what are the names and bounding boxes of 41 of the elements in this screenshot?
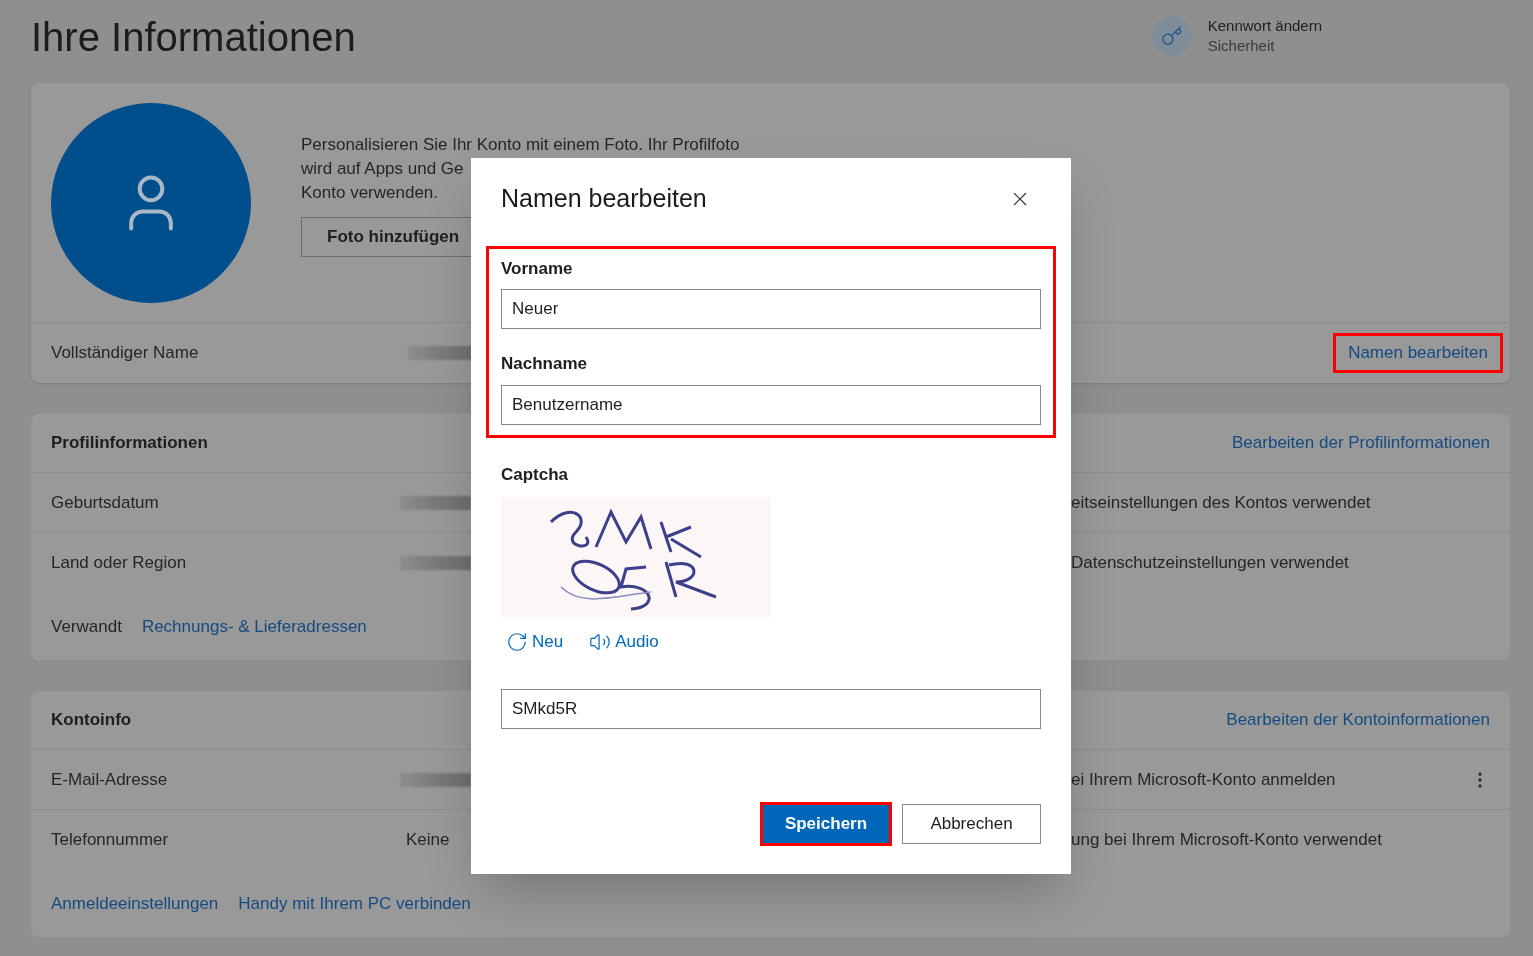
captcha-field[interactable]: SMkd5R xyxy=(501,688,1041,729)
text-field[interactable]: Benutzername xyxy=(501,384,1041,425)
row-description: eitseinstellungen des Kontos verwendet xyxy=(1071,491,1371,514)
photo-description-line: wird auf Apps und Ge xyxy=(301,158,464,180)
photo-description-line: Konto verwenden. xyxy=(301,182,439,204)
photo-description-line: Personalisieren Sie Ihr Konto mit einem Foto. Ihr Profilfoto xyxy=(301,134,740,156)
dialog-title: Namen bearbeiten xyxy=(501,183,707,214)
blurred-value xyxy=(400,556,471,570)
field-label: Nachname xyxy=(501,353,588,375)
cancel-button[interactable]: Abbrechen xyxy=(902,803,1041,844)
full-name-label: Vollständiger Name xyxy=(51,342,200,365)
footer-link[interactable]: Anmeldeeinstellungen xyxy=(51,890,219,917)
footer-link[interactable]: Rechnungs- & Lieferadressen xyxy=(141,613,367,640)
security-label: Sicherheit xyxy=(1207,35,1276,56)
add-photo-button[interactable]: Foto hinzufügen xyxy=(301,217,471,257)
section-heading: Kontoinfo xyxy=(51,709,132,732)
row-label: Geburtsdatum xyxy=(51,491,160,514)
footer-link[interactable]: Handy mit Ihrem PC verbinden xyxy=(238,890,471,917)
related-label: Verwandt xyxy=(51,615,122,638)
change-password-link[interactable]: Kennwort ändern xyxy=(1207,15,1322,36)
page-title: Ihre Informationen xyxy=(31,16,356,57)
refresh-captcha-button[interactable]: Neu xyxy=(506,629,564,655)
refresh-icon xyxy=(506,630,528,653)
edit-section-link[interactable]: Bearbeiten der Profilinformationen xyxy=(1232,430,1490,456)
row-description: Datenschutzeinstellungen verwendet xyxy=(1071,552,1349,575)
row-value: Keine xyxy=(406,829,450,852)
row-label: Telefonnummer xyxy=(51,829,170,852)
row-label: E-Mail-Adresse xyxy=(51,768,169,791)
audio-captcha-button[interactable]: Audio xyxy=(589,629,659,655)
text-field[interactable]: Neuer xyxy=(501,289,1041,329)
row-description: ung bei Ihrem Microsoft-Konto verwendet xyxy=(1071,829,1382,852)
captcha-label: Captcha xyxy=(501,463,570,486)
row-label: Land oder Region xyxy=(51,552,188,575)
blurred-value xyxy=(400,772,471,787)
blurred-value xyxy=(400,495,471,510)
edit-section-link[interactable]: Bearbeiten der Kontoinformationen xyxy=(1226,707,1490,733)
field-label: Vorname xyxy=(501,257,574,280)
edit-name-link[interactable]: Namen bearbeiten xyxy=(1348,343,1488,363)
row-description: ei Ihrem Microsoft-Konto anmelden xyxy=(1071,768,1336,791)
section-heading: Profilinformationen xyxy=(51,432,208,455)
save-button[interactable]: Speichern xyxy=(763,804,889,843)
